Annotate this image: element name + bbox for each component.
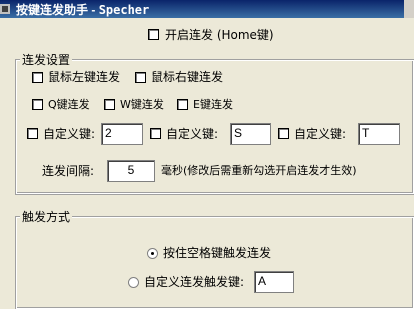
- trigger-custom-radio[interactable]: [128, 277, 139, 288]
- interval-label: 连发间隔:: [42, 164, 95, 178]
- settings-group-title: 连发设置: [20, 53, 73, 67]
- custom-2-label: 自定义键:: [166, 127, 219, 141]
- trigger-space-label: 按住空格键触发连发: [163, 246, 272, 260]
- custom-1-input[interactable]: 2: [101, 123, 143, 145]
- mouse-right-label: 鼠标右键连发: [151, 70, 224, 84]
- mouse-right-checkbox[interactable]: [135, 72, 146, 83]
- trigger-custom-input[interactable]: A: [254, 271, 294, 293]
- custom-3-input[interactable]: T: [358, 123, 400, 145]
- w-label: W键连发: [120, 98, 164, 111]
- mouse-left-checkbox[interactable]: [32, 72, 43, 83]
- interval-input[interactable]: 5: [107, 160, 155, 182]
- custom-2-checkbox[interactable]: [150, 128, 161, 139]
- custom-3-checkbox[interactable]: [278, 128, 289, 139]
- enable-checkbox[interactable]: [148, 29, 159, 40]
- app-icon: [0, 1, 14, 17]
- title-bar-edge: [404, 0, 414, 18]
- custom-1-label: 自定义键:: [43, 127, 96, 141]
- e-checkbox[interactable]: [177, 99, 188, 110]
- q-checkbox[interactable]: [32, 99, 43, 110]
- custom-3-label: 自定义键:: [294, 127, 347, 141]
- trigger-group-title: 触发方式: [20, 210, 73, 224]
- custom-2-input[interactable]: S: [230, 123, 271, 145]
- enable-label: 开启连发 (Home键): [165, 28, 274, 42]
- interval-note: 毫秒(修改后需重新勾选开启连发才生效): [161, 164, 357, 177]
- trigger-space-radio[interactable]: [147, 248, 158, 259]
- q-label: Q键连发: [48, 98, 90, 111]
- trigger-custom-label: 自定义连发触发键:: [144, 275, 245, 289]
- mouse-left-label: 鼠标左键连发: [48, 70, 121, 84]
- title-bar: 按键连发助手 - Specher: [0, 0, 414, 18]
- trigger-group: [16, 217, 414, 309]
- e-label: E键连发: [193, 98, 233, 111]
- w-checkbox[interactable]: [104, 99, 115, 110]
- window-title: 按键连发助手 - Specher: [16, 3, 150, 17]
- custom-1-checkbox[interactable]: [27, 128, 38, 139]
